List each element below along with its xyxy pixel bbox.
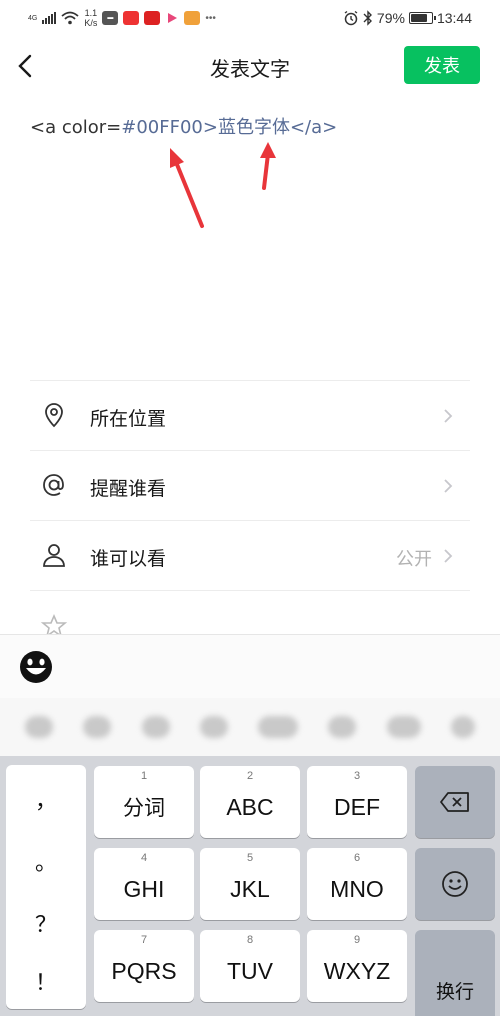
punct-comma[interactable]: ，: [6, 783, 86, 815]
candidate-blur: [328, 716, 357, 738]
alarm-icon: [344, 10, 358, 26]
wifi-icon: [61, 11, 79, 25]
enter-key-label: 换行: [435, 982, 474, 1003]
chevron-right-icon: [444, 479, 453, 493]
compose-gt: >: [202, 117, 218, 138]
network-type: 4G: [28, 14, 38, 22]
battery-percent: 79%: [376, 10, 405, 26]
candidate-blur: [258, 716, 299, 738]
punct-question[interactable]: ？: [6, 907, 86, 939]
key-3[interactable]: 3 DEF: [307, 766, 407, 838]
location-pin-icon: [45, 403, 63, 428]
key-2[interactable]: 2 ABC: [200, 766, 300, 838]
option-location-label: 所在位置: [90, 408, 167, 430]
smiley-outline-icon: [442, 871, 468, 897]
option-visibility-label: 谁可以看: [90, 548, 167, 570]
more-dots-icon: •••: [205, 12, 216, 24]
option-remind-label: 提醒谁看: [90, 478, 167, 500]
emoji-toolbar: [0, 634, 500, 698]
compose-text-prefix: <a color=: [30, 117, 122, 138]
battery-level: [410, 14, 427, 22]
key-7[interactable]: 7 PQRS: [94, 930, 194, 1002]
key-4[interactable]: 4 GHI: [94, 848, 194, 920]
annotation-arrow-1: [170, 148, 204, 228]
chevron-right-icon: [444, 409, 453, 423]
app-icon-news: [184, 11, 201, 25]
nav-bar: 发表文字 发表: [0, 36, 500, 96]
status-left-group: 4G 1.1 K/s ▬ •••: [28, 6, 216, 30]
network-speed-value: 1.1: [84, 8, 98, 18]
candidate-blur: [450, 716, 475, 738]
keyboard: ， 。 ？ ！ 1 分词 2 ABC 3 DEF 4 GHI 5 JKL 6 MNO 7 PQ…: [0, 756, 500, 1016]
punctuation-column: ， 。 ？ ！: [6, 765, 86, 1009]
at-sign-icon: [43, 474, 64, 496]
key-2-label: ABC: [226, 793, 274, 820]
key-4-label: GHI: [123, 875, 165, 902]
compose-colored-text: 蓝色字体: [217, 117, 290, 138]
key-7-label: PQRS: [111, 957, 177, 984]
person-icon: [43, 544, 65, 567]
app-icon-toutiao-2: [144, 11, 161, 25]
key-5-label: JKL: [230, 875, 270, 902]
publish-button[interactable]: 发表: [404, 46, 480, 84]
key-1-label: 分词: [123, 796, 165, 820]
app-icon-video: [168, 13, 178, 23]
clock: 13:44: [436, 10, 472, 26]
key-3-label: DEF: [334, 793, 380, 820]
battery-icon: [408, 12, 436, 24]
key-2-number: 2: [246, 770, 254, 782]
option-visibility[interactable]: 谁可以看 公开: [30, 520, 470, 589]
option-remind[interactable]: 提醒谁看: [30, 450, 470, 519]
compose-text-suffix: </a>: [289, 117, 338, 138]
key-5[interactable]: 5 JKL: [200, 848, 300, 920]
option-partial[interactable]: [30, 590, 470, 638]
enter-key[interactable]: 换行: [415, 930, 495, 1016]
annotation-arrow-2: [260, 142, 276, 190]
app-icon-message: ▬: [102, 11, 119, 25]
key-5-number: 5: [246, 852, 254, 864]
candidate-blur: [83, 716, 112, 738]
key-4-number: 4: [140, 852, 148, 864]
key-8-number: 8: [246, 934, 254, 946]
key-9[interactable]: 9 WXYZ: [307, 930, 407, 1002]
option-visibility-value: 公开: [396, 549, 432, 570]
candidate-blur: [25, 716, 54, 738]
app-icon-toutiao: [123, 11, 140, 25]
key-7-number: 7: [140, 934, 148, 946]
option-location[interactable]: 所在位置: [30, 380, 470, 449]
signal-icon: [42, 12, 57, 24]
emoji-key[interactable]: [415, 848, 495, 920]
punct-period[interactable]: 。: [6, 845, 86, 877]
network-speed: 1.1 K/s: [84, 8, 97, 28]
bluetooth-icon: [363, 10, 372, 26]
key-9-label: WXYZ: [323, 957, 391, 984]
key-1-number: 1: [140, 770, 148, 782]
key-6[interactable]: 6 MNO: [307, 848, 407, 920]
compose-text-area[interactable]: <a color=#00FF00>蓝色字体</a>: [30, 116, 470, 140]
candidate-blur: [199, 716, 228, 738]
candidate-blur: [386, 716, 421, 738]
backspace-icon: [440, 792, 469, 812]
key-3-number: 3: [353, 770, 361, 782]
key-9-number: 9: [353, 934, 361, 946]
key-8[interactable]: 8 TUV: [200, 930, 300, 1002]
compose-color-code: #00FF00: [121, 117, 203, 138]
status-bar: 4G 1.1 K/s ▬ ••• 79% 13:44: [0, 0, 500, 36]
key-1[interactable]: 1 分词: [94, 766, 194, 838]
network-speed-unit: K/s: [84, 18, 98, 28]
key-6-label: MNO: [330, 875, 384, 902]
candidate-strip: [0, 698, 500, 756]
status-right-group: 79% 13:44: [343, 7, 472, 29]
backspace-key[interactable]: [415, 766, 495, 838]
key-8-label: TUV: [227, 957, 273, 984]
chevron-right-icon: [444, 549, 453, 563]
key-6-number: 6: [353, 852, 361, 864]
candidate-blur: [141, 716, 170, 738]
punct-exclamation[interactable]: ！: [6, 965, 86, 997]
emoji-smiley-icon[interactable]: [18, 649, 54, 685]
